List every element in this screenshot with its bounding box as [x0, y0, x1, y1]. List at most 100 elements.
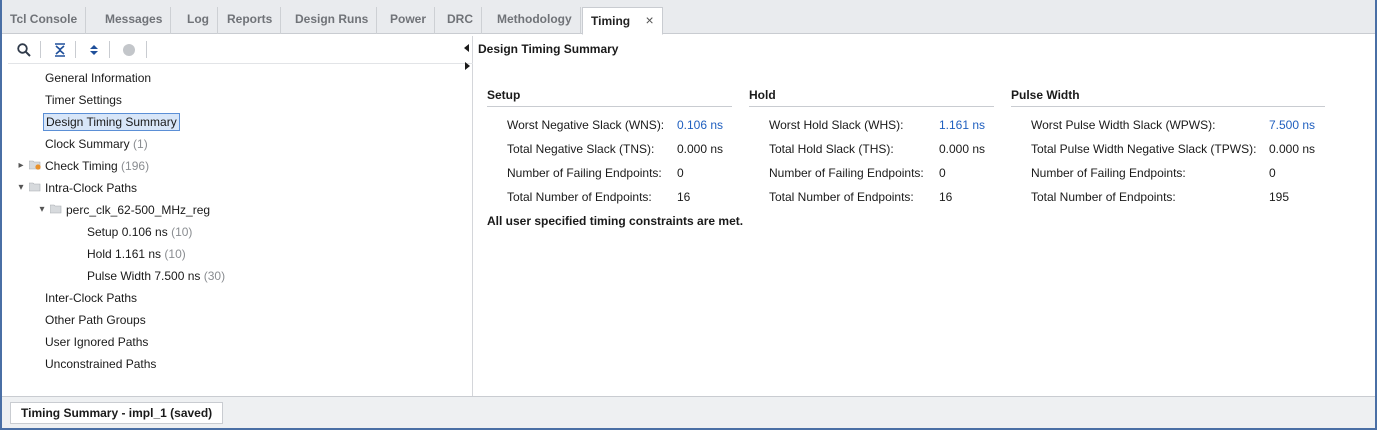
tree-item-label: Unconstrained Paths — [45, 357, 157, 371]
tree-item-inter-clock-paths[interactable]: Inter-Clock Paths — [45, 287, 137, 309]
tree-item-timer-settings[interactable]: Timer Settings — [45, 89, 122, 111]
metric-label: Number of Failing Endpoints: — [507, 166, 662, 180]
tree-item-label: Other Path Groups — [45, 313, 146, 327]
tab-timing-label: Timing — [591, 14, 631, 28]
metric-row: Total Number of Endpoints: 16 — [487, 185, 732, 209]
metric-value: 0.000 ns — [939, 142, 986, 156]
setup-heading: Setup — [487, 88, 732, 107]
metric-value: 16 — [677, 190, 691, 204]
design-timing-summary-panel: Design Timing Summary Setup Worst Negati… — [474, 36, 1374, 396]
metric-row: Total Pulse Width Negative Slack (TPWS):… — [1011, 137, 1325, 161]
tab-messages[interactable]: Messages — [97, 7, 172, 34]
toolbar-separator — [40, 41, 41, 58]
tab-design-runs[interactable]: Design Runs — [287, 7, 378, 34]
metric-row: Total Hold Slack (THS): 0.000 ns — [749, 137, 994, 161]
metric-label: Total Negative Slack (TNS): — [507, 142, 655, 156]
tree-toolbar — [8, 36, 473, 64]
summary-title: Design Timing Summary — [478, 42, 619, 56]
tree-item-check-timing[interactable]: Check Timing (196) — [28, 155, 150, 177]
tree-item-other-path-groups[interactable]: Other Path Groups — [45, 309, 146, 331]
folder-icon — [49, 199, 62, 221]
tab-log[interactable]: Log — [179, 7, 218, 34]
tree-item-label: Setup 0.106 ns — [87, 225, 168, 239]
tree-item-clock-summary[interactable]: Clock Summary (1) — [45, 133, 148, 155]
toolbar-separator — [75, 41, 76, 58]
splitter-arrows[interactable] — [464, 44, 470, 70]
metric-value: 16 — [939, 190, 953, 204]
metric-row: Number of Failing Endpoints: 0 — [487, 161, 732, 185]
tree-item-general-information[interactable]: General Information — [45, 67, 151, 89]
metric-value: 0.000 ns — [677, 142, 724, 156]
tree-item-label: Inter-Clock Paths — [45, 291, 138, 305]
tree-item-label: General Information — [45, 71, 152, 85]
tree-item-user-ignored-paths[interactable]: User Ignored Paths — [45, 331, 148, 353]
setup-section: Setup Worst Negative Slack (WNS): 0.106 n… — [487, 88, 732, 209]
metric-label: Total Number of Endpoints: — [769, 190, 914, 204]
tree-item-count: (1) — [133, 137, 148, 151]
hold-heading: Hold — [749, 88, 994, 107]
tree-item-label: Pulse Width 7.500 ns — [87, 269, 201, 283]
folder-icon — [28, 177, 41, 199]
tree-item-unconstrained-paths[interactable]: Unconstrained Paths — [45, 353, 156, 375]
whs-link[interactable]: 1.161 ns — [939, 113, 985, 137]
tab-reports[interactable]: Reports — [219, 7, 282, 34]
metric-label: Total Number of Endpoints: — [507, 190, 652, 204]
toolbar-separator — [109, 41, 110, 58]
metric-row: Number of Failing Endpoints: 0 — [749, 161, 994, 185]
tree-item-setup[interactable]: Setup 0.106 ns (10) — [87, 221, 192, 243]
stop-icon[interactable] — [119, 40, 139, 60]
metric-row: Worst Negative Slack (WNS): 0.106 ns — [487, 113, 732, 137]
metric-row: Worst Hold Slack (WHS): 1.161 ns — [749, 113, 994, 137]
chevron-down-icon[interactable]: ▾ — [16, 177, 26, 199]
tab-tcl-console[interactable]: Tcl Console — [2, 7, 87, 34]
metric-row: Total Number of Endpoints: 195 — [1011, 185, 1325, 209]
metric-label: Worst Negative Slack (WNS): — [507, 118, 665, 132]
chevron-right-icon[interactable]: ▸ — [16, 155, 26, 177]
metric-value: 195 — [1269, 190, 1290, 204]
tree-item-label: Check Timing — [45, 159, 118, 173]
wns-link[interactable]: 0.106 ns — [677, 113, 723, 137]
tree-item-intra-clock-paths[interactable]: Intra-Clock Paths — [28, 177, 138, 199]
metric-row: Total Negative Slack (TNS): 0.000 ns — [487, 137, 732, 161]
metric-value: 0 — [677, 166, 684, 180]
tree-item-design-timing-summary[interactable]: Design Timing Summary — [43, 111, 180, 133]
tree-item-label: User Ignored Paths — [45, 335, 149, 349]
tree-item-label: Intra-Clock Paths — [45, 181, 138, 195]
tab-methodology[interactable]: Methodology — [489, 7, 581, 34]
tree-item-hold[interactable]: Hold 1.161 ns (10) — [87, 243, 186, 265]
tab-drc[interactable]: DRC — [439, 7, 482, 34]
close-icon[interactable]: × — [645, 8, 653, 32]
metric-label: Worst Hold Slack (WHS): — [769, 118, 904, 132]
metric-value: 0 — [939, 166, 946, 180]
collapse-right-icon — [465, 62, 470, 70]
folder-warning-icon — [28, 155, 41, 177]
expand-all-icon[interactable] — [84, 40, 104, 60]
metric-label: Total Pulse Width Negative Slack (TPWS): — [1031, 142, 1257, 156]
tree-item-label: Hold 1.161 ns — [87, 247, 162, 261]
tree-item-count: (10) — [171, 225, 193, 239]
timing-tree-panel: General Information Timer Settings Desig… — [8, 36, 473, 396]
metric-value: 0 — [1269, 166, 1276, 180]
tab-bar: Tcl Console Messages Log Reports Design … — [2, 0, 1375, 35]
toolbar-separator — [146, 41, 147, 58]
metric-row: Worst Pulse Width Slack (WPWS): 7.500 ns — [1011, 113, 1325, 137]
timing-summary-tab[interactable]: Timing Summary - impl_1 (saved) — [10, 402, 224, 424]
bottom-tab-bar: Timing Summary - impl_1 (saved) — [2, 396, 1375, 428]
constraints-met-message: All user specified timing constraints ar… — [487, 214, 744, 228]
tree-item-clock-reg[interactable]: perc_clk_62-500_MHz_reg — [49, 199, 211, 221]
tree-item-pulse-width[interactable]: Pulse Width 7.500 ns (30) — [87, 265, 225, 287]
wpws-link[interactable]: 7.500 ns — [1269, 113, 1315, 137]
collapse-all-icon[interactable] — [50, 40, 70, 60]
hold-section: Hold Worst Hold Slack (WHS): 1.161 ns Tot… — [749, 88, 994, 209]
tree-item-count: (30) — [203, 269, 226, 283]
tree-item-label: perc_clk_62-500_MHz_reg — [66, 203, 211, 217]
metric-label: Total Number of Endpoints: — [1031, 190, 1176, 204]
tab-power[interactable]: Power — [382, 7, 436, 34]
tree-item-count: (196) — [121, 159, 150, 173]
collapse-left-icon — [464, 44, 469, 52]
chevron-down-icon[interactable]: ▾ — [37, 199, 47, 221]
tree-item-label: Design Timing Summary — [43, 113, 180, 131]
tab-timing[interactable]: Timing × — [582, 7, 663, 35]
pulse-width-section: Pulse Width Worst Pulse Width Slack (WPW… — [1011, 88, 1325, 209]
search-icon[interactable] — [14, 40, 34, 60]
